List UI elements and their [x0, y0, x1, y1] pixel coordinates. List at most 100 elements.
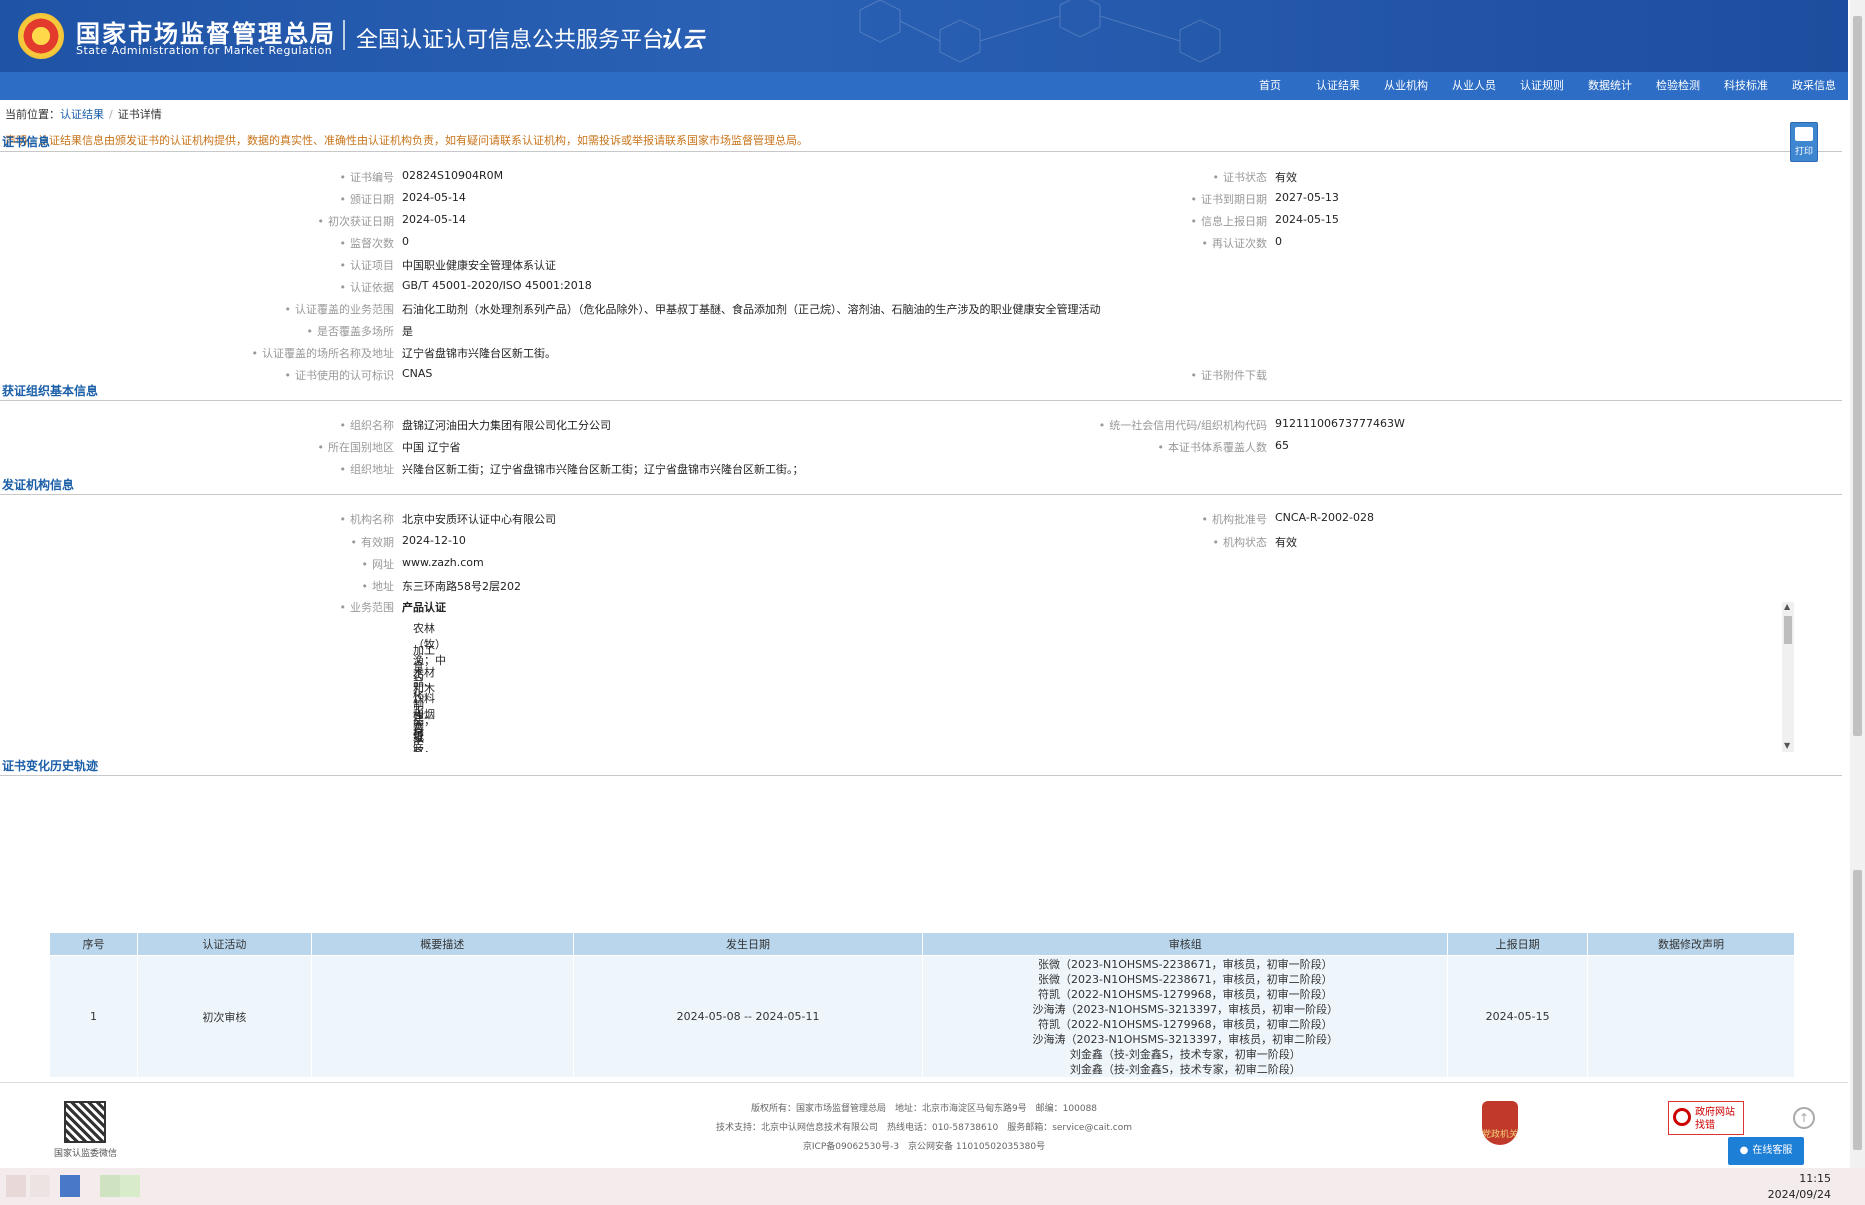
field-value: CNAS — [402, 367, 433, 380]
field-label: 初次获证日期 — [318, 213, 394, 229]
nav-item[interactable]: 认证规则 — [1508, 72, 1576, 100]
taskbar-app-icon[interactable] — [120, 1175, 140, 1197]
field-label: 业务范围 — [340, 599, 394, 615]
nav-item[interactable]: 从业机构 — [1372, 72, 1440, 100]
page-scrollbar[interactable] — [1850, 0, 1865, 1168]
footer-icp: 京ICP备09062530号-3 京公网安备 11010502035380号 — [802, 1142, 1046, 1152]
table-header-cell: 序号 — [49, 932, 138, 956]
auditor-entry: 张微（2023-N1OHSMS-2238671，审核员，初审二阶段） — [1038, 972, 1333, 986]
nav-item[interactable]: 检验检测 — [1644, 72, 1712, 100]
gov-err-line1: 政府网站 — [1695, 1107, 1735, 1118]
field-label: 本证书体系覆盖人数 — [1158, 439, 1267, 455]
nav-item[interactable]: 数据统计 — [1576, 72, 1644, 100]
gov-site-error-report[interactable]: 政府网站 找错 — [1668, 1101, 1744, 1135]
table-header-cell: 数据修改声明 — [1587, 932, 1795, 956]
table-header-cell: 认证活动 — [136, 932, 312, 956]
field-label: 认证覆盖的场所名称及地址 — [252, 345, 394, 361]
field-value: www.zazh.com — [402, 556, 484, 569]
main-nav: 首页 认证结果 从业机构 从业人员 认证规则 数据统计 检验检测 科技标准 政采信息 — [0, 72, 1848, 100]
field-value: 0 — [1275, 235, 1282, 248]
print-button[interactable]: 打印 — [1790, 122, 1818, 162]
table-cell-auditors: 张微（2023-N1OHSMS-2238671，审核员，初审一阶段） 张微（202… — [922, 955, 1449, 1078]
clock-time: 11:15 — [1799, 1172, 1831, 1185]
history-table-header: 序号 认证活动 概要描述 发生日期 审核组 上报日期 数据修改声明 — [49, 932, 1795, 956]
taskbar-app-icon[interactable] — [100, 1175, 120, 1197]
taskbar-clock[interactable]: 11:15 2024/09/24 — [1768, 1171, 1831, 1203]
national-emblem-logo[interactable] — [18, 13, 64, 59]
field-value: GB/T 45001-2020/ISO 45001:2018 — [402, 279, 592, 292]
field-label: 有效期 — [351, 534, 394, 550]
scope-scrollbar[interactable]: ▲ ▼ — [1782, 602, 1794, 752]
field-value: 是 — [402, 325, 413, 338]
table-cell-no: 1 — [49, 955, 138, 1078]
breadcrumb: 当前位置：认证结果 / 证书详情 — [5, 106, 162, 122]
scroll-down-arrow-icon[interactable]: ▼ — [1784, 741, 1790, 750]
party-gov-badge-label: 党政机关 — [1482, 1130, 1519, 1140]
field-value: 91211100673777463W — [1275, 417, 1405, 430]
field-value: 东三环南路58号2层202 — [402, 580, 521, 593]
auditor-entry: 刘金鑫（技-刘金鑫S，技术专家，初审一阶段） — [1069, 1047, 1301, 1061]
back-to-top-icon[interactable]: ↑ — [1793, 1107, 1815, 1129]
history-table: 序号 认证活动 概要描述 发生日期 审核组 上报日期 数据修改声明 1 初次审核 2024-05… — [49, 932, 1795, 1078]
field-label: 证书到期日期 — [1191, 191, 1267, 207]
taskbar-app-icon[interactable] — [60, 1175, 80, 1197]
table-header-cell: 概要描述 — [310, 932, 574, 956]
scrollbar-thumb[interactable] — [1784, 616, 1792, 644]
online-service-button[interactable]: 在线客服 — [1728, 1137, 1804, 1165]
field-label: 证书状态 — [1213, 169, 1267, 185]
breadcrumb-link-results[interactable]: 认证结果 — [60, 108, 104, 121]
printer-icon — [1795, 127, 1813, 141]
business-scope-list: 农林（牧）渔；中药加工食品、饮料和烟草木材和木制品；纸浆、纸和纸制品，印刷品化工… — [400, 598, 1796, 752]
table-header-cell: 发生日期 — [572, 932, 924, 956]
nav-item[interactable]: 从业人员 — [1440, 72, 1508, 100]
field-value: 兴隆台区新工街；辽宁省盘锦市兴隆台区新工街；辽宁省盘锦市兴隆台区新工街。； — [402, 463, 804, 476]
table-cell-activity: 初次审核 — [136, 955, 312, 1078]
field-label: 组织名称 — [340, 417, 394, 433]
scope-item: 家具；其他未分类产品 — [413, 732, 435, 752]
taskbar-app-icon[interactable] — [30, 1175, 50, 1197]
field-value: 盘锦辽河油田大力集团有限公司化工分公司 — [402, 419, 611, 432]
field-label: 机构名称 — [340, 511, 394, 527]
nav-item[interactable]: 政采信息 — [1780, 72, 1848, 100]
breadcrumb-separator: / — [109, 108, 113, 121]
section-title-history: 证书变化历史轨迹 — [2, 759, 99, 773]
field-label: 组织地址 — [340, 461, 394, 477]
org-name-en: State Administration for Market Regulati… — [76, 44, 333, 57]
platform-title: 全国认证认可信息公共服务平台 — [356, 28, 665, 53]
nav-item[interactable]: 科技标准 — [1712, 72, 1780, 100]
party-gov-badge[interactable]: 党政机关 — [1482, 1101, 1518, 1145]
field-label: 机构批准号 — [1202, 511, 1267, 527]
field-value: 有效 — [1275, 536, 1297, 549]
field-label: 网址 — [362, 556, 394, 572]
field-value: 65 — [1275, 439, 1289, 452]
field-label: 再认证次数 — [1202, 235, 1267, 251]
scroll-up-arrow-icon[interactable]: ▲ — [1784, 602, 1790, 611]
page-scrollbar-thumb[interactable] — [1853, 16, 1862, 736]
section-title-body: 发证机构信息 — [2, 478, 75, 492]
field-value: 2024-05-14 — [402, 191, 466, 204]
gov-err-line2: 找错 — [1695, 1120, 1715, 1131]
os-taskbar: 11:15 2024/09/24 — [0, 1168, 1865, 1205]
field-label: 机构状态 — [1213, 534, 1267, 550]
field-label: 证书使用的认可标识 — [285, 367, 394, 383]
disclaimer-notice: 声明：认证结果信息由颁发证书的认证机构提供，数据的真实性、准确性由认证机构负责，… — [5, 134, 808, 147]
auditor-entry: 沙海涛（2023-N1OHSMS-3213397，审核员，初审一阶段） — [1032, 1002, 1339, 1016]
auditor-entry: 沙海涛（2023-N1OHSMS-3213397，审核员，初审二阶段） — [1032, 1032, 1339, 1046]
field-value: 中国 辽宁省 — [402, 441, 461, 454]
field-value: 02824S10904R0M — [402, 169, 504, 182]
nav-item[interactable]: 认证结果 — [1304, 72, 1372, 100]
table-header-cell: 审核组 — [922, 932, 1449, 956]
field-label: 认证项目 — [340, 257, 394, 273]
nav-item[interactable]: 首页 — [1236, 72, 1304, 100]
field-value: 辽宁省盘锦市兴隆台区新工街。 — [402, 347, 556, 360]
platform-logo: 认云 — [660, 28, 705, 53]
auditor-entry: 符凯（2022-N1OHSMS-1279968，审核员，初审二阶段） — [1038, 1017, 1333, 1031]
field-label[interactable]: 证书附件下载 — [1191, 367, 1267, 383]
field-value: 2024-05-15 — [1275, 213, 1339, 226]
section-divider — [0, 494, 1842, 495]
page-scrollbar-track-segment — [1853, 870, 1862, 1150]
section-divider — [0, 775, 1842, 776]
nav-list: 首页 认证结果 从业机构 从业人员 认证规则 数据统计 检验检测 科技标准 政采信息 — [1236, 72, 1848, 100]
field-label: 认证覆盖的业务范围 — [285, 301, 394, 317]
taskbar-app-icon[interactable] — [6, 1175, 26, 1197]
